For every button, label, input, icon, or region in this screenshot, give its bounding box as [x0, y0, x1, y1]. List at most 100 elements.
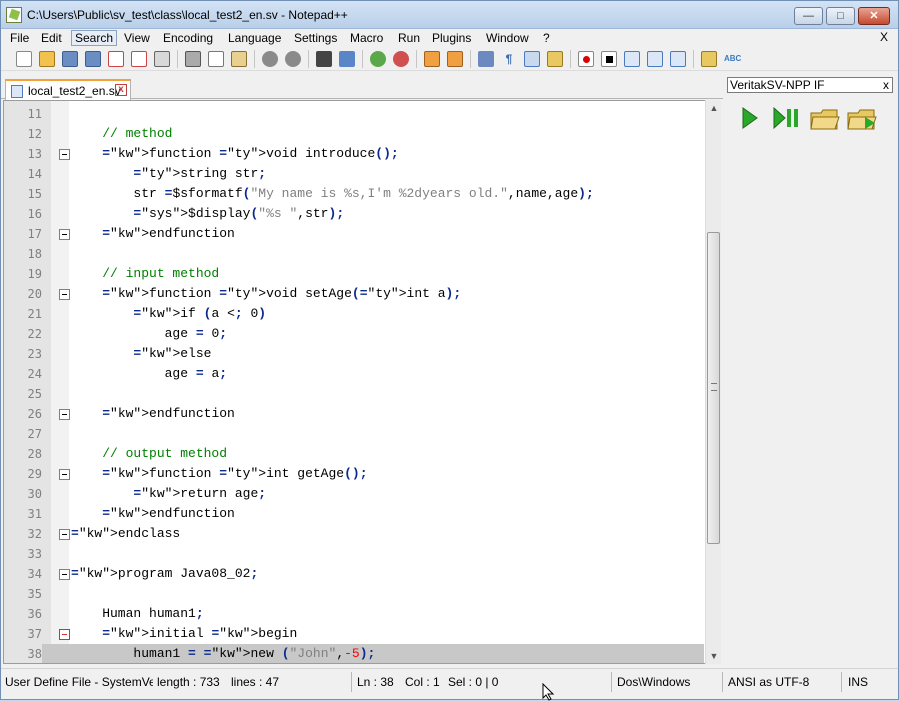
- save-icon[interactable]: [62, 51, 78, 67]
- status-sel: Sel : 0 | 0: [448, 675, 499, 689]
- code-line[interactable]: 21 ="kw">if (a <; 0): [4, 304, 704, 324]
- fold-collapse-icon[interactable]: [59, 409, 70, 420]
- zoom-out-icon[interactable]: [393, 51, 409, 67]
- menu-help[interactable]: ?: [540, 30, 553, 46]
- scrollbar-thumb[interactable]: [707, 232, 720, 544]
- menu-window[interactable]: Window: [483, 30, 532, 46]
- code-line[interactable]: 31 ="kw">endfunction: [4, 504, 704, 524]
- fold-collapse-icon[interactable]: [59, 469, 70, 480]
- run-simulation-icon[interactable]: [734, 103, 766, 133]
- redo-icon[interactable]: [285, 51, 301, 67]
- maximize-button[interactable]: □: [826, 7, 855, 25]
- toolbar-separator: [416, 50, 417, 68]
- fold-collapse-icon[interactable]: [59, 529, 70, 540]
- cut-icon[interactable]: [185, 51, 201, 67]
- menu-search[interactable]: Search: [71, 30, 118, 46]
- undo-icon[interactable]: [262, 51, 278, 67]
- open-file-icon[interactable]: [39, 51, 55, 67]
- menu-run[interactable]: Run: [395, 30, 423, 46]
- code-line[interactable]: 13 ="kw">function ="ty">void introduce()…: [4, 144, 704, 164]
- code-text: // input method: [102, 266, 220, 281]
- panel-close-icon[interactable]: x: [883, 78, 889, 92]
- print-icon[interactable]: [154, 51, 170, 67]
- code-line[interactable]: 14 ="ty">string str;: [4, 164, 704, 184]
- code-line[interactable]: 18: [4, 244, 704, 264]
- close-button[interactable]: ✕: [858, 7, 890, 25]
- code-line[interactable]: 32 ="kw">endclass: [4, 524, 704, 544]
- toolbar-separator: [693, 50, 694, 68]
- play-macro-icon[interactable]: [624, 51, 640, 67]
- tab-bar: local_test2_en.sv x: [1, 75, 723, 100]
- code-line[interactable]: 37 ="kw">initial ="kw">begin: [4, 624, 704, 644]
- code-line[interactable]: 16 ="sys">$display("%s ",str);: [4, 204, 704, 224]
- vertical-scrollbar[interactable]: ▲ ▼: [705, 100, 721, 664]
- menu-settings[interactable]: Settings: [291, 30, 340, 46]
- record-macro-icon[interactable]: [578, 51, 594, 67]
- menu-language[interactable]: Language: [225, 30, 284, 46]
- code-line[interactable]: 20 ="kw">function ="ty">void setAge(="ty…: [4, 284, 704, 304]
- code-line[interactable]: 12 // method: [4, 124, 704, 144]
- run-macro-multiple-icon[interactable]: [647, 51, 663, 67]
- code-line[interactable]: 11: [4, 104, 704, 124]
- paste-icon[interactable]: [231, 51, 247, 67]
- code-line[interactable]: 30 ="kw">return age;: [4, 484, 704, 504]
- zoom-in-icon[interactable]: [370, 51, 386, 67]
- code-line[interactable]: 17 ="kw">endfunction: [4, 224, 704, 244]
- sync-vertical-icon[interactable]: [424, 51, 440, 67]
- code-line[interactable]: 15 str =$sformatf("My name is %s,I'm %2d…: [4, 184, 704, 204]
- fold-collapse-icon[interactable]: [59, 289, 70, 300]
- scroll-down-icon[interactable]: ▼: [706, 648, 722, 664]
- code-line[interactable]: 25: [4, 384, 704, 404]
- find-icon[interactable]: [316, 51, 332, 67]
- menu-encoding[interactable]: Encoding: [160, 30, 216, 46]
- show-all-chars-icon[interactable]: ¶: [501, 51, 517, 67]
- code-line[interactable]: 36 Human human1;: [4, 604, 704, 624]
- open-project-icon[interactable]: [808, 103, 840, 133]
- fold-collapse-icon[interactable]: [59, 629, 70, 640]
- close-document-button[interactable]: X: [880, 30, 888, 44]
- menu-plugins[interactable]: Plugins: [429, 30, 474, 46]
- menu-file[interactable]: File: [7, 30, 32, 46]
- fold-collapse-icon[interactable]: [59, 229, 70, 240]
- code-line[interactable]: 35: [4, 584, 704, 604]
- code-line[interactable]: 29 ="kw">function ="ty">int getAge();: [4, 464, 704, 484]
- code-line[interactable]: 26 ="kw">endfunction: [4, 404, 704, 424]
- line-number: 35: [27, 587, 42, 601]
- fold-collapse-icon[interactable]: [59, 569, 70, 580]
- code-line[interactable]: 27: [4, 424, 704, 444]
- code-line[interactable]: 22 age = 0;: [4, 324, 704, 344]
- indent-guide-icon[interactable]: [524, 51, 540, 67]
- open-and-run-icon[interactable]: [845, 103, 877, 133]
- replace-icon[interactable]: [339, 51, 355, 67]
- close-all-icon[interactable]: [131, 51, 147, 67]
- code-line[interactable]: 38 human1 = ="kw">new ("John",-5);: [4, 644, 704, 663]
- new-file-icon[interactable]: [16, 51, 32, 67]
- code-editor[interactable]: 11 12 // method 13 ="kw">function ="ty">vo…: [3, 100, 721, 664]
- menu-view[interactable]: View: [121, 30, 153, 46]
- spell-check-icon[interactable]: ABC: [724, 51, 741, 67]
- code-line[interactable]: 34 ="kw">program Java08_02;: [4, 564, 704, 584]
- run-step-icon[interactable]: [771, 103, 803, 133]
- menu-edit[interactable]: Edit: [38, 30, 65, 46]
- code-line[interactable]: 24 age = a;: [4, 364, 704, 384]
- doc-map-icon[interactable]: [547, 51, 563, 67]
- fold-collapse-icon[interactable]: [59, 149, 70, 160]
- save-macro-icon[interactable]: [670, 51, 686, 67]
- scroll-up-icon[interactable]: ▲: [706, 100, 722, 116]
- tab-local-test2[interactable]: local_test2_en.sv x: [5, 79, 131, 100]
- close-file-icon[interactable]: [108, 51, 124, 67]
- code-line[interactable]: 23 ="kw">else: [4, 344, 704, 364]
- word-wrap-icon[interactable]: [478, 51, 494, 67]
- save-all-icon[interactable]: [85, 51, 101, 67]
- menu-macro[interactable]: Macro: [347, 30, 386, 46]
- plugin-folder-icon[interactable]: [701, 51, 717, 67]
- sync-horizontal-icon[interactable]: [447, 51, 463, 67]
- code-line[interactable]: 28 // output method: [4, 444, 704, 464]
- code-line[interactable]: 19 // input method: [4, 264, 704, 284]
- tab-close-icon[interactable]: x: [115, 84, 127, 96]
- stop-macro-icon[interactable]: [601, 51, 617, 67]
- minimize-button[interactable]: —: [794, 7, 823, 25]
- file-icon: [11, 85, 23, 98]
- code-line[interactable]: 33: [4, 544, 704, 564]
- copy-icon[interactable]: [208, 51, 224, 67]
